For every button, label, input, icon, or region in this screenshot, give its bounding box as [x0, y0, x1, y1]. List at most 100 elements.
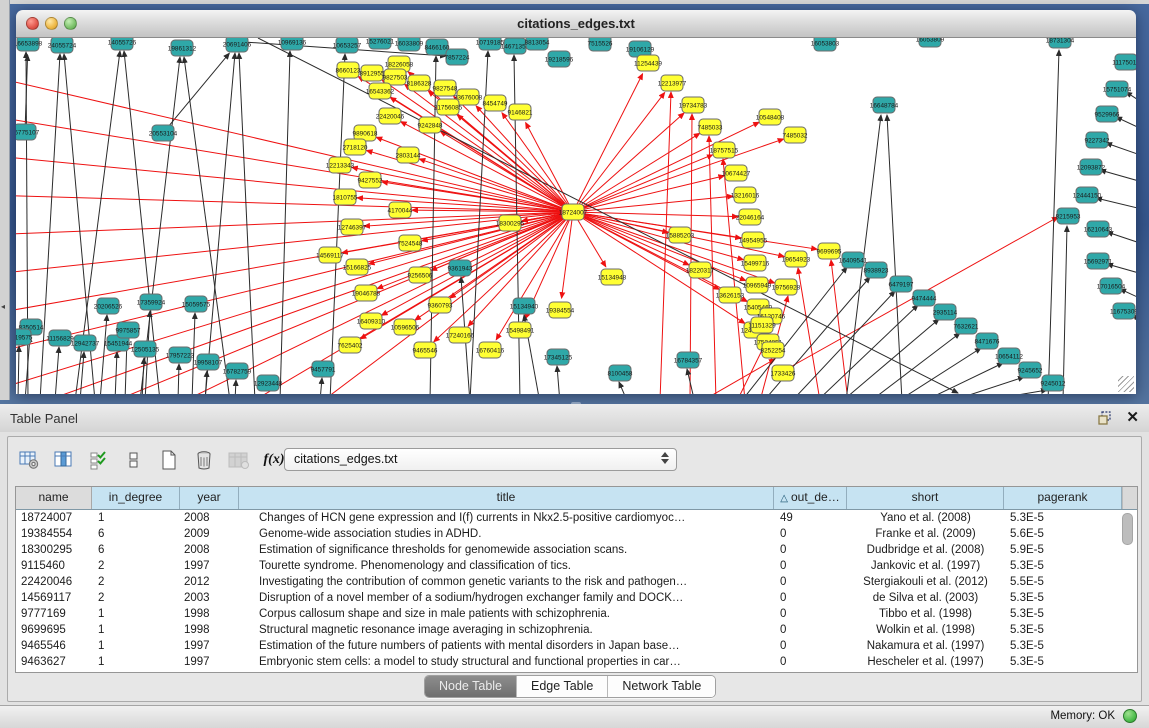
network-node[interactable]: 11175014 [1112, 54, 1136, 70]
network-node[interactable]: 15276021 [366, 38, 395, 49]
network-node[interactable]: 16210643 [1084, 221, 1113, 237]
network-node[interactable]: 19958107 [194, 354, 223, 370]
network-node[interactable]: 3919575 [16, 329, 33, 345]
network-node[interactable]: 22046164 [736, 209, 765, 225]
network-node[interactable]: 8252254 [761, 342, 786, 358]
network-node[interactable]: 20691406 [223, 38, 252, 52]
network-node[interactable]: 18220317 [686, 262, 715, 278]
network-node[interactable]: 12923448 [254, 375, 283, 391]
network-node[interactable]: 9529966 [1095, 106, 1120, 122]
network-node[interactable]: 7632621 [954, 318, 979, 334]
network-node[interactable]: 15751074 [1103, 81, 1132, 97]
network-node[interactable]: 9242848 [418, 117, 443, 133]
column-edit-icon[interactable] [53, 449, 75, 471]
column-header-short[interactable]: short [847, 487, 1004, 509]
network-node[interactable]: 12942737 [71, 335, 100, 351]
network-node[interactable]: 15885203 [666, 227, 695, 243]
table-row[interactable]: 2242004622012Investigating the contribut… [16, 574, 1137, 590]
network-node[interactable]: 22420046 [376, 108, 405, 124]
network-node[interactable]: 1733426 [771, 365, 796, 381]
network-node[interactable]: 10965949 [743, 277, 772, 293]
network-node[interactable]: 16409310 [357, 313, 386, 329]
network-canvas[interactable]: 1665389824055724140557261986131220691406… [16, 38, 1136, 394]
network-node[interactable]: 7485033 [698, 119, 723, 135]
network-node[interactable]: 4170044 [388, 202, 413, 218]
network-node[interactable]: 18724007 [559, 204, 588, 220]
network-node[interactable]: 17345125 [544, 349, 573, 365]
network-node[interactable]: 14569117 [316, 247, 344, 263]
rows-icon[interactable] [123, 449, 145, 471]
network-node[interactable]: 19384554 [546, 302, 575, 318]
network-node[interactable]: 14954955 [739, 232, 768, 248]
network-node[interactable]: 13216016 [731, 187, 760, 203]
network-node[interactable]: 10969136 [278, 38, 307, 50]
network-node[interactable]: 10548408 [756, 109, 785, 125]
close-panel-icon[interactable]: ✕ [1126, 408, 1139, 426]
network-node[interactable]: 9146821 [508, 104, 533, 120]
memory-status-icon[interactable] [1123, 709, 1137, 723]
network-node[interactable]: 19046788 [352, 285, 381, 301]
network-node[interactable]: 8186328 [407, 75, 432, 91]
network-node[interactable]: 15134940 [510, 298, 539, 314]
network-node[interactable]: 12746397 [338, 219, 367, 235]
network-node[interactable]: 17240166 [446, 327, 475, 343]
network-node[interactable]: 16033809 [395, 38, 424, 51]
row-select-icon[interactable] [88, 449, 110, 471]
network-node[interactable]: 10654112 [995, 348, 1023, 364]
network-node[interactable]: 19218596 [545, 51, 574, 67]
network-node[interactable]: 16053809 [916, 38, 945, 47]
network-node[interactable]: 16782759 [223, 363, 252, 379]
network-node[interactable]: 7524548 [398, 235, 423, 251]
tab-network-table[interactable]: Network Table [608, 676, 715, 697]
table-row[interactable]: 946362711997Embryonic stem cells: a mode… [16, 654, 1137, 670]
network-node[interactable]: 9227342 [1085, 132, 1110, 148]
network-node[interactable]: 8454749 [483, 95, 508, 111]
network-node[interactable]: 2935114 [933, 304, 958, 320]
table-row[interactable]: 1872400712008Changes of HCN gene express… [16, 510, 1137, 526]
network-node[interactable]: 2803144 [396, 147, 421, 163]
delete-table-icon[interactable] [193, 449, 215, 471]
network-node[interactable]: 9245012 [1041, 375, 1066, 391]
network-node[interactable]: 19861312 [168, 40, 197, 56]
network-node[interactable]: 20206526 [94, 298, 123, 314]
network-node[interactable]: 6479197 [889, 276, 914, 292]
network-window-titlebar[interactable]: citations_edges.txt [16, 10, 1136, 38]
column-header-year[interactable]: year [180, 487, 239, 509]
network-node[interactable]: 16053803 [811, 38, 840, 51]
network-node[interactable]: 9361943 [448, 260, 473, 276]
network-node[interactable]: 8938923 [864, 262, 889, 278]
table-selector-dropdown[interactable]: citations_edges.txt [284, 448, 677, 471]
column-header-title[interactable]: title [239, 487, 774, 509]
new-table-icon[interactable] [158, 449, 180, 471]
network-node[interactable]: 15059575 [182, 296, 211, 312]
network-node[interactable]: 16775107 [16, 124, 40, 140]
network-node[interactable]: 16784357 [674, 352, 703, 368]
column-header-out_de[interactable]: △out_de… [774, 487, 847, 509]
network-node[interactable]: 2718120 [343, 139, 368, 155]
network-node[interactable]: 15134948 [598, 269, 627, 285]
network-node[interactable]: 12093872 [1077, 159, 1106, 175]
network-node[interactable]: 7515526 [588, 38, 613, 51]
network-node[interactable]: 18731304 [1046, 38, 1075, 48]
network-node[interactable]: 16409541 [839, 252, 868, 268]
network-node[interactable]: 17359924 [137, 294, 166, 310]
network-node[interactable]: 8215953 [1056, 208, 1081, 224]
network-node[interactable]: 8660123 [336, 62, 361, 78]
network-node[interactable]: 9457791 [311, 361, 336, 377]
function-builder-icon[interactable]: f(x) [263, 449, 285, 471]
network-node[interactable]: 7625402 [338, 337, 363, 353]
window-resize-grip[interactable] [1118, 376, 1134, 392]
network-node[interactable]: 9245652 [1018, 362, 1043, 378]
table-row[interactable]: 946554611997Estimation of the future num… [16, 638, 1137, 654]
column-header-in_degree[interactable]: in_degree [92, 487, 180, 509]
network-view-window[interactable]: citations_edges.txt 16653898240557241405… [16, 10, 1136, 394]
network-node[interactable]: 9427552 [358, 172, 383, 188]
network-node[interactable]: 11675309 [1110, 303, 1136, 319]
network-node[interactable]: 14055726 [108, 38, 137, 50]
network-node[interactable]: 16543362 [366, 83, 395, 99]
network-node[interactable]: 16648784 [870, 97, 899, 113]
expand-panel-arrow-icon[interactable]: ◂ [1, 303, 5, 311]
network-node[interactable]: 15499716 [741, 255, 770, 271]
network-node[interactable]: 13626153 [716, 287, 745, 303]
network-node[interactable]: 7485032 [783, 127, 808, 143]
